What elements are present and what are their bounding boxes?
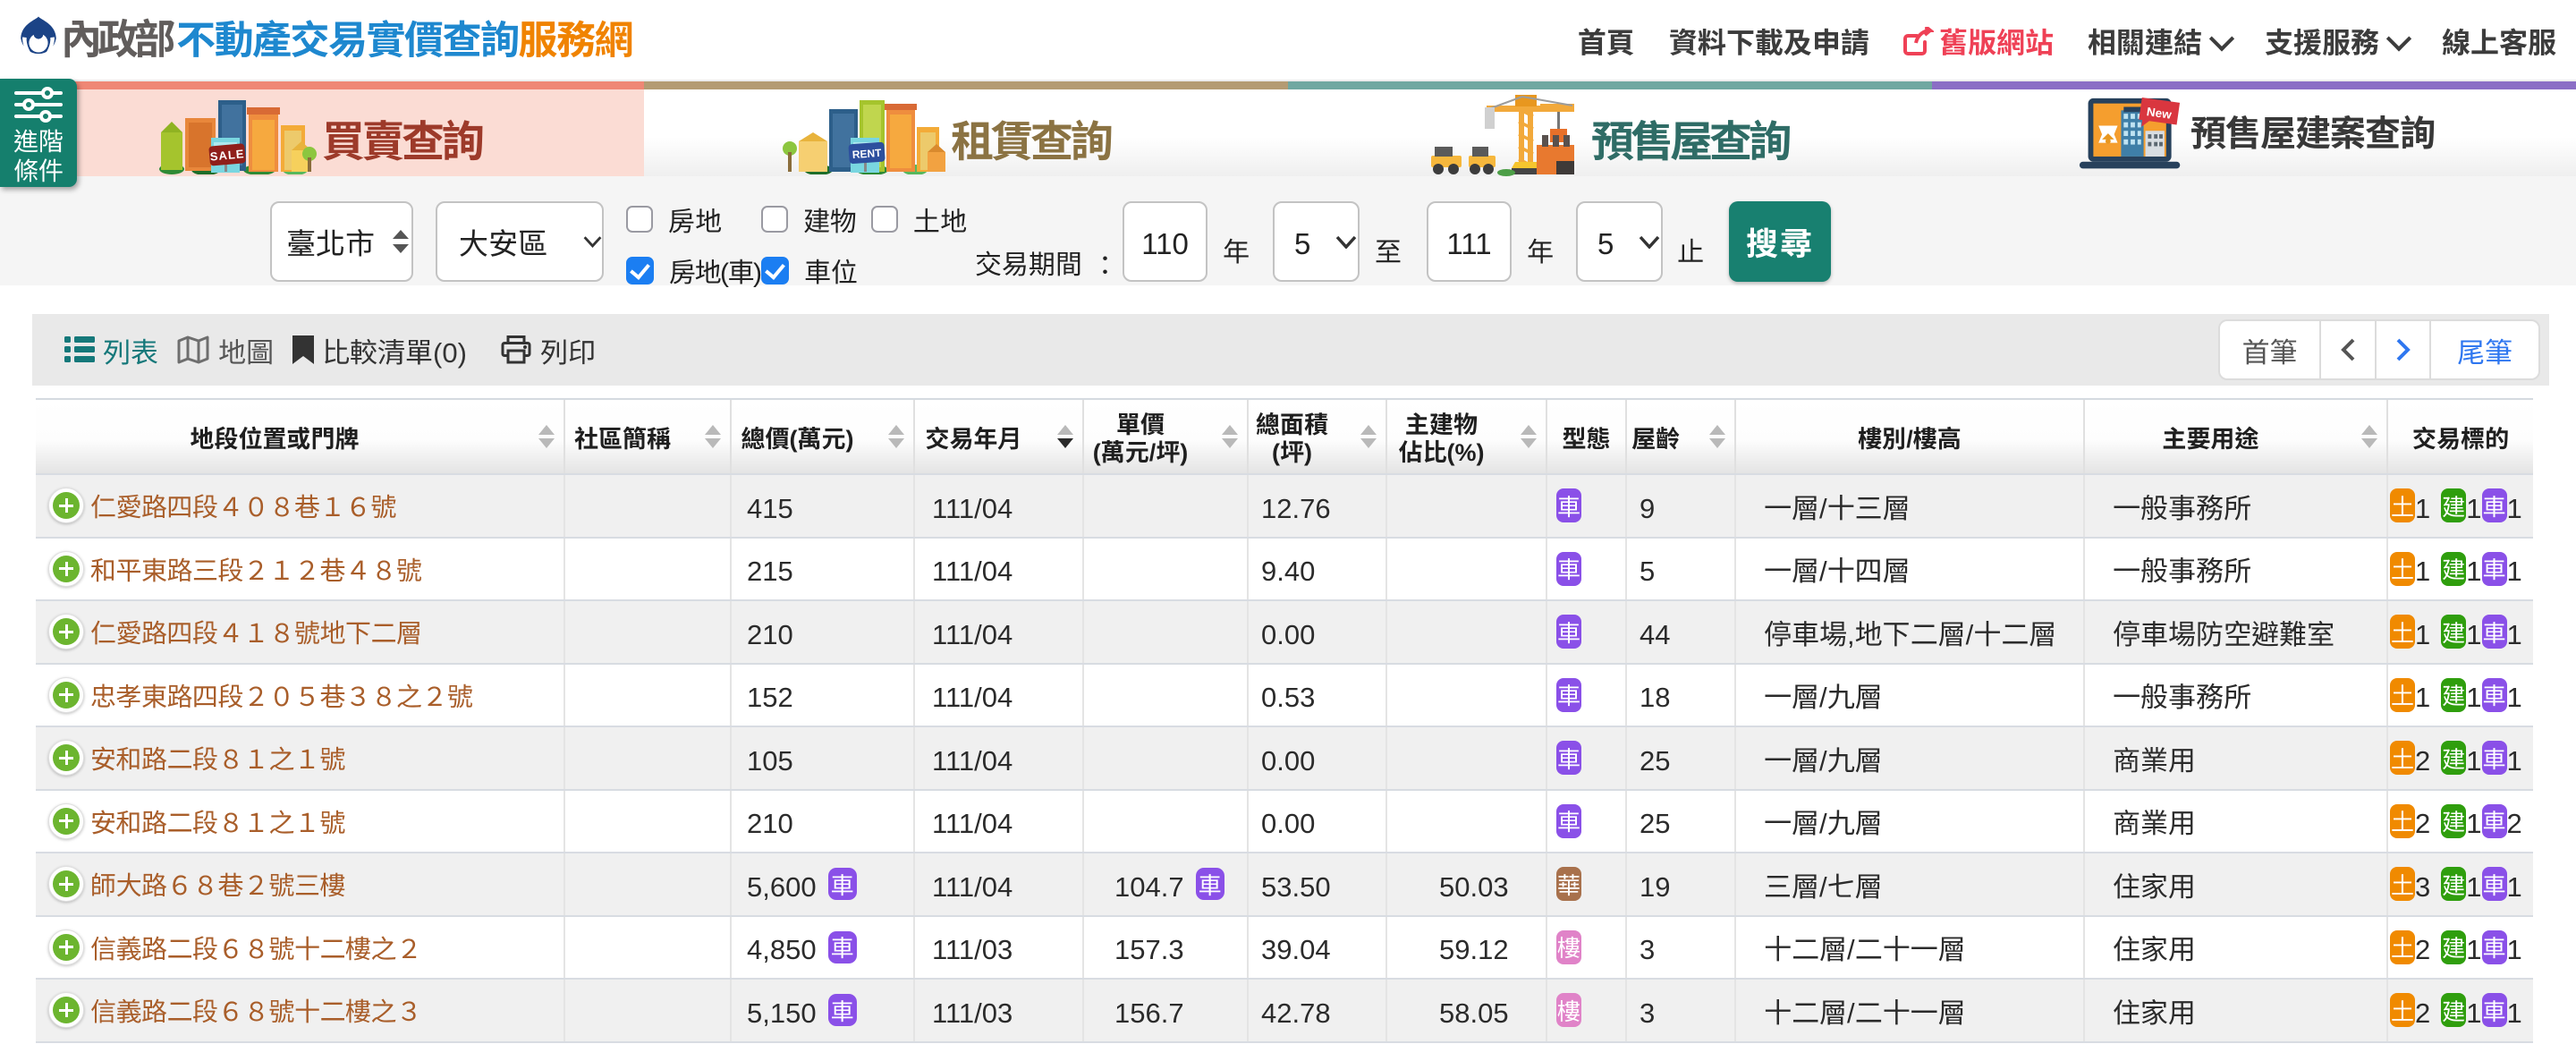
svg-text:RENT: RENT [852,147,882,161]
